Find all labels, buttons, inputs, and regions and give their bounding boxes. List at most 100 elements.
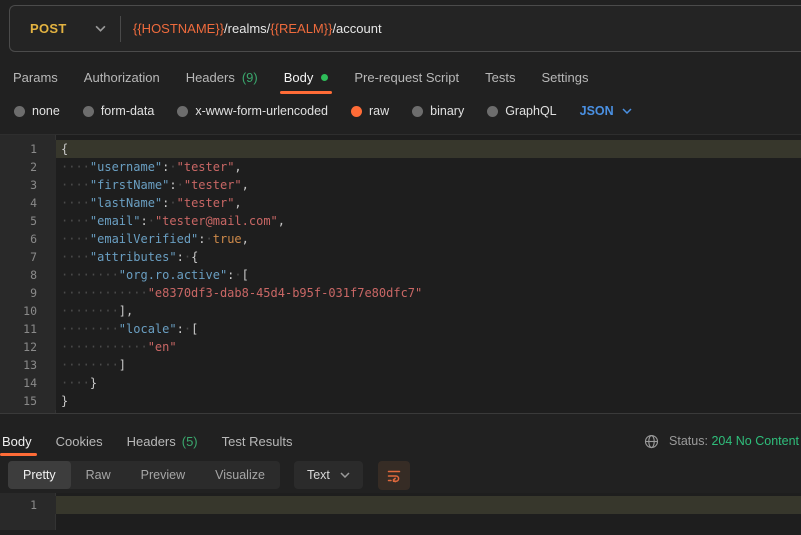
line-number: 10 bbox=[0, 302, 56, 320]
mode-graphql[interactable]: GraphQL bbox=[487, 104, 556, 118]
code-line[interactable]: 12············"en" bbox=[0, 338, 801, 356]
code-line[interactable]: 1{ bbox=[0, 140, 801, 158]
tab-tests[interactable]: Tests bbox=[472, 60, 528, 94]
code-content: ····"email":·"tester@mail.com", bbox=[56, 212, 801, 230]
tab-label: Params bbox=[13, 70, 58, 85]
chevron-down-icon bbox=[622, 108, 632, 114]
url-input[interactable]: {{HOSTNAME}}/realms/{{REALM}}/account bbox=[133, 21, 382, 36]
mode-label: x-www-form-urlencoded bbox=[195, 104, 328, 118]
tab-body[interactable]: Body bbox=[271, 60, 342, 94]
response-status-area: Status: 204 No Content bbox=[644, 434, 801, 449]
code-line[interactable]: 3····"firstName":·"tester", bbox=[0, 176, 801, 194]
mode-label: binary bbox=[430, 104, 464, 118]
tab-authorization[interactable]: Authorization bbox=[71, 60, 173, 94]
globe-icon[interactable] bbox=[644, 434, 659, 449]
body-mode-row: none form-data x-www-form-urlencoded raw… bbox=[0, 94, 801, 128]
tab-label: Test Results bbox=[222, 434, 293, 449]
url-variable: {{REALM}} bbox=[270, 21, 332, 36]
response-body-editor[interactable]: 1 bbox=[0, 493, 801, 530]
response-tabs-row: Body Cookies Headers (5) Test Results Sta… bbox=[0, 426, 801, 456]
wrap-lines-icon bbox=[386, 467, 402, 483]
wrap-lines-button[interactable] bbox=[378, 461, 410, 490]
response-tab-body[interactable]: Body bbox=[0, 426, 44, 456]
view-raw[interactable]: Raw bbox=[71, 461, 126, 489]
code-content: ········] bbox=[56, 356, 801, 374]
code-line[interactable]: 14····} bbox=[0, 374, 801, 392]
headers-count-badge: (9) bbox=[242, 70, 258, 85]
code-line[interactable]: 7····"attributes":·{ bbox=[0, 248, 801, 266]
raw-language-label: JSON bbox=[580, 104, 614, 118]
method-selector[interactable]: POST bbox=[10, 21, 120, 36]
mode-label: form-data bbox=[101, 104, 155, 118]
code-line[interactable]: 9············"e8370df3-dab8-45d4-b95f-03… bbox=[0, 284, 801, 302]
code-line[interactable]: 8········"org.ro.active":·[ bbox=[0, 266, 801, 284]
tab-label: Headers bbox=[127, 434, 176, 449]
url-path: /realms/ bbox=[224, 21, 270, 36]
code-content: ············"en" bbox=[56, 338, 801, 356]
code-content: ····} bbox=[56, 374, 801, 392]
view-visualize[interactable]: Visualize bbox=[200, 461, 280, 489]
line-number: 5 bbox=[0, 212, 56, 230]
chevron-down-icon bbox=[340, 472, 350, 478]
code-content: ····"firstName":·"tester", bbox=[56, 176, 801, 194]
mode-form-data[interactable]: form-data bbox=[83, 104, 155, 118]
radio-icon[interactable] bbox=[487, 106, 498, 117]
tab-label: Settings bbox=[541, 70, 588, 85]
mode-label: raw bbox=[369, 104, 389, 118]
mode-label: none bbox=[32, 104, 60, 118]
response-view-row: Pretty Raw Preview Visualize Text bbox=[0, 460, 801, 490]
code-line[interactable]: 6····"emailVerified":·true, bbox=[0, 230, 801, 248]
line-number: 3 bbox=[0, 176, 56, 194]
url-path: /account bbox=[332, 21, 381, 36]
request-body-editor[interactable]: 1{2····"username":·"tester",3····"firstN… bbox=[0, 134, 801, 414]
code-line[interactable]: 1 bbox=[0, 496, 801, 514]
radio-selected-icon[interactable] bbox=[351, 106, 362, 117]
mode-x-www-form-urlencoded[interactable]: x-www-form-urlencoded bbox=[177, 104, 328, 118]
response-tab-headers[interactable]: Headers (5) bbox=[115, 426, 210, 456]
radio-icon[interactable] bbox=[14, 106, 25, 117]
mode-none[interactable]: none bbox=[14, 104, 60, 118]
response-tab-test-results[interactable]: Test Results bbox=[210, 426, 305, 456]
tab-label: Headers bbox=[186, 70, 235, 85]
tab-params[interactable]: Params bbox=[0, 60, 71, 94]
format-dropdown[interactable]: Text bbox=[294, 461, 363, 489]
headers-count-badge: (5) bbox=[182, 434, 198, 449]
mode-label: GraphQL bbox=[505, 104, 556, 118]
code-line[interactable]: 13········] bbox=[0, 356, 801, 374]
code-content: ····"username":·"tester", bbox=[56, 158, 801, 176]
mode-binary[interactable]: binary bbox=[412, 104, 464, 118]
tab-pre-request-script[interactable]: Pre-request Script bbox=[341, 60, 472, 94]
url-variable: {{HOSTNAME}} bbox=[133, 21, 224, 36]
line-number: 14 bbox=[0, 374, 56, 392]
tab-label: Cookies bbox=[56, 434, 103, 449]
code-line[interactable]: 5····"email":·"tester@mail.com", bbox=[0, 212, 801, 230]
code-line[interactable]: 10········], bbox=[0, 302, 801, 320]
response-tab-cookies[interactable]: Cookies bbox=[44, 426, 115, 456]
raw-language-dropdown[interactable]: JSON bbox=[580, 104, 632, 118]
tab-headers[interactable]: Headers (9) bbox=[173, 60, 271, 94]
code-line[interactable]: 15} bbox=[0, 392, 801, 410]
radio-icon[interactable] bbox=[412, 106, 423, 117]
tab-label: Body bbox=[284, 70, 314, 85]
line-number: 12 bbox=[0, 338, 56, 356]
view-pretty[interactable]: Pretty bbox=[8, 461, 71, 489]
tab-settings[interactable]: Settings bbox=[528, 60, 601, 94]
code-content: ············"e8370df3-dab8-45d4-b95f-031… bbox=[56, 284, 801, 302]
line-number: 9 bbox=[0, 284, 56, 302]
line-number: 7 bbox=[0, 248, 56, 266]
radio-icon[interactable] bbox=[177, 106, 188, 117]
view-mode-segmented-control: Pretty Raw Preview Visualize bbox=[8, 461, 280, 489]
line-number: 13 bbox=[0, 356, 56, 374]
view-preview[interactable]: Preview bbox=[126, 461, 200, 489]
request-panel: POST {{HOSTNAME}}/realms/{{REALM}}/accou… bbox=[0, 5, 801, 530]
code-line[interactable]: 2····"username":·"tester", bbox=[0, 158, 801, 176]
mode-raw[interactable]: raw bbox=[351, 104, 389, 118]
code-line[interactable]: 4····"lastName":·"tester", bbox=[0, 194, 801, 212]
code-content: ········], bbox=[56, 302, 801, 320]
code-line[interactable]: 11········"locale":·[ bbox=[0, 320, 801, 338]
code-content: } bbox=[56, 392, 801, 410]
line-number: 2 bbox=[0, 158, 56, 176]
radio-icon[interactable] bbox=[83, 106, 94, 117]
body-present-dot bbox=[321, 74, 328, 81]
chevron-down-icon bbox=[95, 25, 106, 32]
